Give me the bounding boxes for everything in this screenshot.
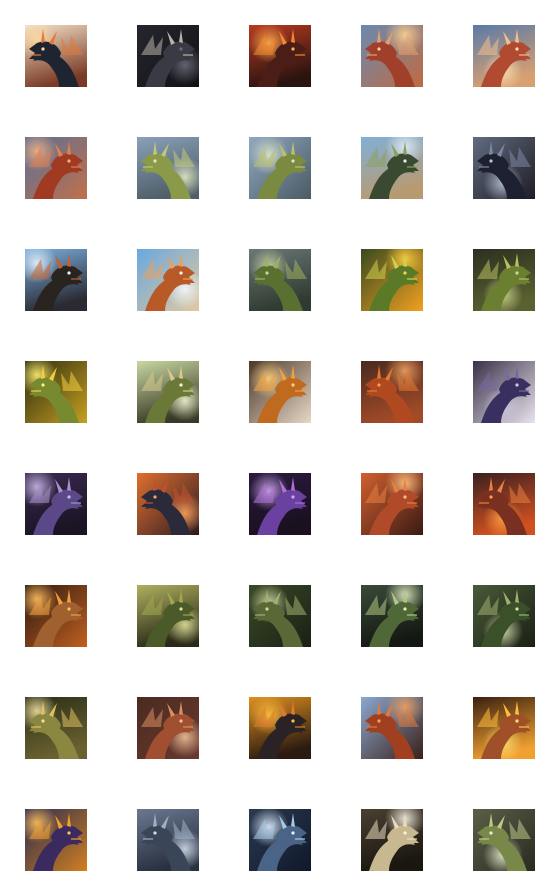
dragon-thumbnail[interactable] <box>137 585 199 647</box>
dragon-thumbnail[interactable] <box>137 25 199 87</box>
dragon-thumbnail[interactable] <box>25 137 87 199</box>
dragon-thumbnail[interactable] <box>249 809 311 871</box>
dragon-thumbnail[interactable] <box>25 809 87 871</box>
dragon-image <box>473 249 535 311</box>
image-grid <box>0 0 560 896</box>
dragon-image <box>137 249 199 311</box>
dragon-image <box>25 585 87 647</box>
dragon-thumbnail[interactable] <box>137 361 199 423</box>
dragon-image <box>249 697 311 759</box>
dragon-thumbnail[interactable] <box>361 697 423 759</box>
dragon-image <box>473 25 535 87</box>
dragon-image <box>249 585 311 647</box>
dragon-image <box>249 137 311 199</box>
dragon-thumbnail[interactable] <box>473 249 535 311</box>
dragon-thumbnail[interactable] <box>249 25 311 87</box>
dragon-image <box>473 361 535 423</box>
dragon-thumbnail[interactable] <box>361 249 423 311</box>
dragon-thumbnail[interactable] <box>361 361 423 423</box>
dragon-thumbnail[interactable] <box>137 249 199 311</box>
dragon-image <box>361 473 423 535</box>
dragon-image <box>361 361 423 423</box>
dragon-thumbnail[interactable] <box>473 473 535 535</box>
dragon-image <box>249 249 311 311</box>
dragon-image <box>249 809 311 871</box>
dragon-thumbnail[interactable] <box>249 697 311 759</box>
dragon-image <box>473 809 535 871</box>
dragon-thumbnail[interactable] <box>25 25 87 87</box>
dragon-thumbnail[interactable] <box>473 25 535 87</box>
dragon-image <box>25 361 87 423</box>
dragon-image <box>137 137 199 199</box>
dragon-thumbnail[interactable] <box>473 361 535 423</box>
dragon-image <box>25 809 87 871</box>
dragon-thumbnail[interactable] <box>25 585 87 647</box>
dragon-thumbnail[interactable] <box>25 249 87 311</box>
dragon-thumbnail[interactable] <box>361 137 423 199</box>
dragon-image <box>249 361 311 423</box>
dragon-image <box>137 473 199 535</box>
dragon-image <box>25 137 87 199</box>
dragon-image <box>249 25 311 87</box>
dragon-thumbnail[interactable] <box>361 25 423 87</box>
dragon-thumbnail[interactable] <box>249 249 311 311</box>
dragon-image <box>473 473 535 535</box>
dragon-image <box>25 249 87 311</box>
dragon-image <box>473 697 535 759</box>
dragon-image <box>361 249 423 311</box>
dragon-image <box>249 473 311 535</box>
dragon-image <box>473 137 535 199</box>
dragon-image <box>137 585 199 647</box>
dragon-image <box>137 697 199 759</box>
dragon-thumbnail[interactable] <box>249 473 311 535</box>
dragon-thumbnail[interactable] <box>249 361 311 423</box>
dragon-image <box>361 585 423 647</box>
dragon-image <box>361 697 423 759</box>
dragon-thumbnail[interactable] <box>25 473 87 535</box>
dragon-thumbnail[interactable] <box>473 697 535 759</box>
dragon-image <box>137 361 199 423</box>
dragon-thumbnail[interactable] <box>249 137 311 199</box>
dragon-image <box>473 585 535 647</box>
dragon-thumbnail[interactable] <box>473 585 535 647</box>
dragon-thumbnail[interactable] <box>137 137 199 199</box>
dragon-thumbnail[interactable] <box>361 809 423 871</box>
dragon-thumbnail[interactable] <box>137 809 199 871</box>
dragon-image <box>25 473 87 535</box>
dragon-thumbnail[interactable] <box>25 697 87 759</box>
dragon-image <box>361 809 423 871</box>
dragon-image <box>361 25 423 87</box>
dragon-image <box>361 137 423 199</box>
dragon-thumbnail[interactable] <box>25 361 87 423</box>
dragon-image <box>25 697 87 759</box>
dragon-thumbnail[interactable] <box>361 473 423 535</box>
dragon-thumbnail[interactable] <box>137 697 199 759</box>
dragon-thumbnail[interactable] <box>361 585 423 647</box>
dragon-thumbnail[interactable] <box>249 585 311 647</box>
dragon-thumbnail[interactable] <box>473 809 535 871</box>
dragon-thumbnail[interactable] <box>137 473 199 535</box>
dragon-image <box>137 809 199 871</box>
dragon-image <box>25 25 87 87</box>
dragon-thumbnail[interactable] <box>473 137 535 199</box>
dragon-image <box>137 25 199 87</box>
